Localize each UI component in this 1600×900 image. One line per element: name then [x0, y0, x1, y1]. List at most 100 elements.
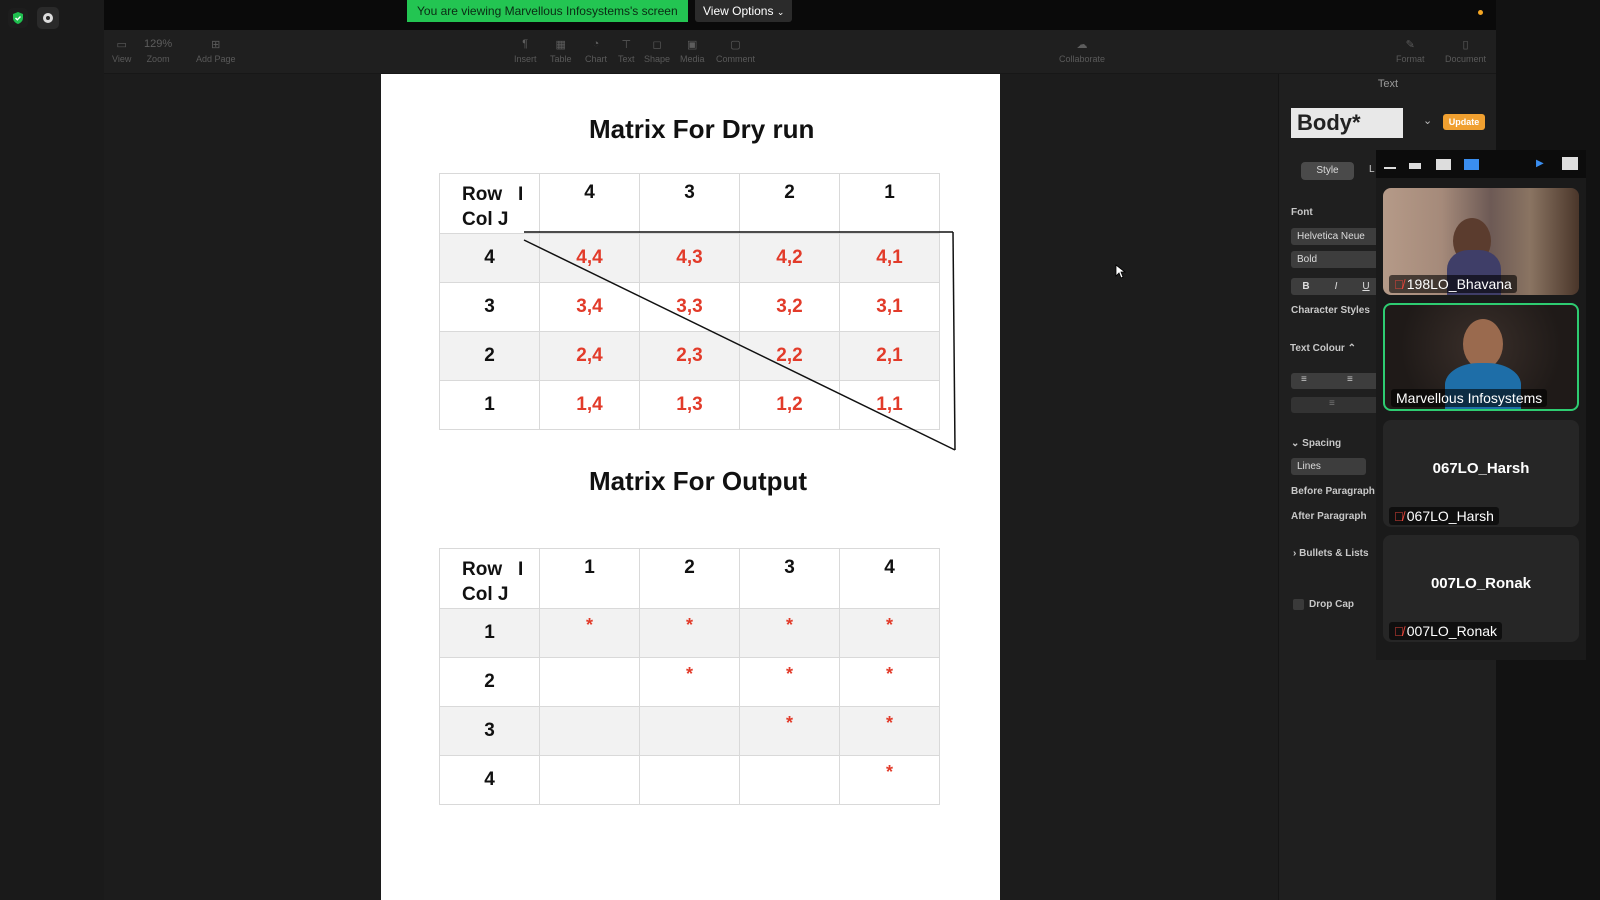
insert-button[interactable]: ¶ Insert: [514, 38, 537, 64]
table-row: 1 * * * *: [439, 608, 940, 658]
media-label: Media: [680, 54, 705, 64]
document-page[interactable]: Matrix For Dry run Row I Col J 4 3 2 1 4 …: [381, 74, 1000, 900]
table-cell: *: [839, 608, 940, 658]
play-arrow-icon[interactable]: ▶: [1536, 158, 1544, 169]
drop-cap-label: Drop Cap: [1309, 599, 1354, 610]
view-options-button[interactable]: View Options ⌄: [695, 0, 793, 22]
text-button[interactable]: ⊤ Text: [618, 38, 635, 64]
collaborate-label: Collaborate: [1059, 54, 1106, 64]
security-shield-icon[interactable]: [8, 8, 28, 28]
table-cell: [639, 706, 740, 756]
table-row: 3 * *: [439, 706, 940, 756]
column-header: 3: [739, 548, 840, 609]
participant-tile[interactable]: 🎙̸ 198LO_Bhavana: [1383, 188, 1579, 295]
zoom-value: 129%: [144, 38, 173, 50]
table-button[interactable]: ▦ Table: [550, 38, 572, 64]
row-header: 3: [439, 706, 540, 756]
zoom-top-bar: [104, 0, 1496, 30]
indent-buttons[interactable]: ≡: [1291, 397, 1381, 413]
record-icon[interactable]: [37, 7, 59, 29]
add-page-label: Add Page: [196, 54, 236, 64]
mic-off-icon: 🎙̸: [1394, 509, 1404, 524]
participant-name: 🎙̸ 067LO_Harsh: [1389, 507, 1499, 525]
column-header: 4: [839, 548, 940, 609]
text-colour-label[interactable]: Text Colour ⌃: [1290, 343, 1356, 354]
zoom-label: Zoom: [146, 54, 170, 64]
before-paragraph-label: Before Paragraph: [1291, 486, 1375, 497]
document-button[interactable]: ▯ Document: [1445, 38, 1486, 64]
view-menu-button[interactable]: ▭ View: [112, 38, 131, 64]
participant-display-name: 067LO_Harsh: [1432, 460, 1530, 477]
paragraph-style-selector[interactable]: Body*: [1291, 108, 1403, 138]
update-style-button[interactable]: Update: [1443, 114, 1485, 130]
align-left-icon[interactable]: ≡: [1301, 374, 1307, 385]
spacing-section[interactable]: ⌄ Spacing: [1291, 438, 1341, 449]
participant-display-name: 007LO_Ronak: [1430, 575, 1532, 592]
bold-button[interactable]: B: [1291, 278, 1321, 295]
row-header: 4: [439, 755, 540, 805]
minimize-icon[interactable]: [1384, 167, 1396, 169]
chart-button[interactable]: ◔ Chart: [585, 38, 607, 64]
alignment-buttons[interactable]: ≡ ≡: [1291, 373, 1381, 389]
popout-icon[interactable]: [1562, 157, 1578, 170]
pilcrow-icon: ¶: [522, 38, 529, 50]
sidebar-icon: ▭: [116, 39, 127, 51]
table-cell: *: [839, 706, 940, 756]
diagonal-annotation: [523, 231, 956, 451]
gallery-toolbar: ▶: [1376, 150, 1586, 178]
table-header-corner: Row I Col J: [439, 548, 540, 609]
participant-video: [1463, 319, 1503, 369]
speaker-view-icon[interactable]: [1409, 163, 1421, 169]
media-button[interactable]: ▣ Media: [680, 38, 705, 64]
spacing-label: Spacing: [1302, 438, 1342, 449]
chevron-down-icon: ⌄: [1291, 438, 1303, 449]
format-button[interactable]: ✎ Format: [1396, 38, 1425, 64]
table-cell: *: [739, 608, 840, 658]
shape-button[interactable]: ◻ Shape: [644, 38, 670, 64]
indent-icon[interactable]: ≡: [1329, 398, 1335, 409]
participant-tile-active-speaker[interactable]: Marvellous Infosystems: [1383, 303, 1579, 411]
plus-icon: ⊞: [211, 39, 221, 51]
col-label: Col J: [462, 584, 509, 605]
font-label: Font: [1291, 207, 1313, 218]
table-cell: *: [639, 657, 740, 707]
drop-cap-checkbox[interactable]: [1293, 599, 1304, 610]
paintbrush-icon: ✎: [1405, 39, 1415, 51]
participant-tile[interactable]: 067LO_Harsh 🎙̸ 067LO_Harsh: [1383, 420, 1579, 527]
table-cell: *: [539, 608, 640, 658]
chart-label: Chart: [585, 54, 608, 64]
table-cell: *: [839, 755, 940, 805]
align-center-icon[interactable]: ≡: [1347, 374, 1353, 385]
table-label: Table: [550, 54, 572, 64]
add-page-button[interactable]: ⊞ Add Page: [196, 38, 236, 64]
chevron-down-icon[interactable]: ⌄: [1423, 114, 1432, 127]
bullets-lists-section[interactable]: › Bullets & Lists: [1293, 548, 1369, 559]
font-weight-select[interactable]: Bold: [1291, 251, 1381, 268]
character-styles-label[interactable]: Character Styles: [1291, 305, 1370, 316]
single-view-icon[interactable]: [1436, 159, 1451, 170]
table-cell: [539, 755, 640, 805]
comment-button[interactable]: ▢ Comment: [716, 38, 755, 64]
collaborate-button[interactable]: ☁ Collaborate: [1059, 38, 1105, 64]
photo-icon: ▣: [687, 39, 698, 51]
shape-label: Shape: [644, 54, 671, 64]
tab-style[interactable]: Style: [1301, 162, 1354, 180]
participants-gallery: ▶ 🎙̸ 198LO_Bhavana Marvellous Infosystems…: [1376, 150, 1586, 660]
table-cell: *: [839, 657, 940, 707]
view-label: View: [112, 54, 132, 64]
table-row: 2 * * *: [439, 657, 940, 707]
zoom-menu-button[interactable]: 129% Zoom: [144, 38, 172, 64]
participant-tile[interactable]: 007LO_Ronak 🎙̸ 007LO_Ronak: [1383, 535, 1579, 642]
screen-share-banner: You are viewing Marvellous Infosystems's…: [407, 0, 688, 22]
row-label: Row I: [462, 559, 524, 580]
output-table[interactable]: Row I Col J 1 2 3 4 1 * * * * 2 * * * 3 …: [439, 548, 940, 805]
italic-button[interactable]: I: [1321, 278, 1351, 295]
format-label: Format: [1396, 54, 1425, 64]
gallery-view-icon[interactable]: [1464, 159, 1479, 170]
line-spacing-select[interactable]: Lines: [1291, 458, 1366, 475]
output-title: Matrix For Output: [589, 466, 808, 496]
tab-layout[interactable]: L: [1369, 164, 1375, 175]
font-family-select[interactable]: Helvetica Neue: [1291, 228, 1381, 245]
mic-off-icon: 🎙̸: [1394, 624, 1404, 639]
participant-name-text: 067LO_Harsh: [1406, 508, 1494, 524]
